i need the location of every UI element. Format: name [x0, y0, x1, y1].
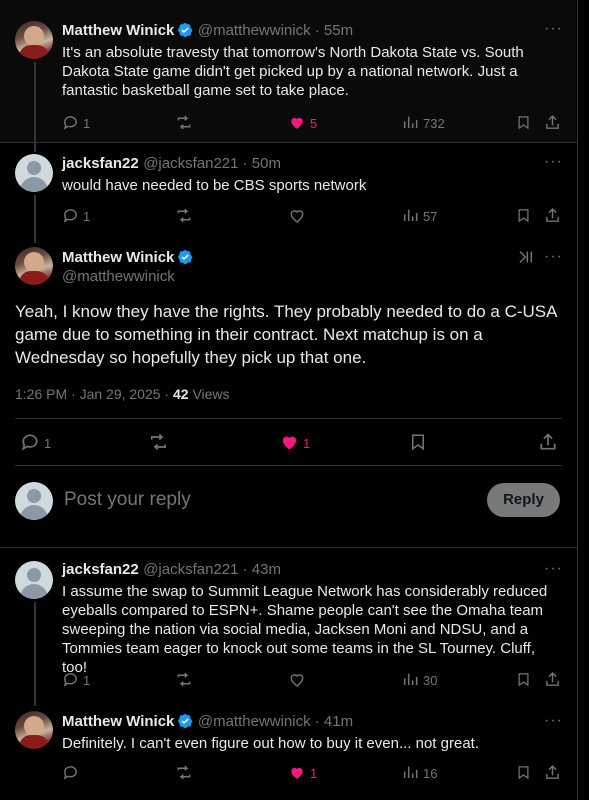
tweet-header: Matthew Winick @matthewwinick · 55m: [62, 22, 353, 40]
author-handle[interactable]: @jacksfan221 · 43m: [143, 561, 281, 578]
reply-icon[interactable]: [62, 207, 79, 224]
more-icon[interactable]: ···: [544, 20, 563, 38]
author-handle[interactable]: @matthewwinick: [62, 268, 175, 285]
author-name[interactable]: Matthew Winick: [62, 713, 174, 730]
more-icon[interactable]: ···: [544, 248, 563, 266]
views-count: 30: [423, 673, 438, 688]
views-count: 57: [423, 209, 438, 224]
repost-icon[interactable]: [175, 114, 193, 131]
tweet-text: It's an absolute travesty that tomorrow'…: [62, 44, 524, 99]
views-label: Views: [188, 386, 230, 402]
like-count: 1: [310, 766, 318, 781]
views-count: 732: [423, 116, 445, 131]
like-icon[interactable]: [288, 764, 306, 781]
divider: [15, 418, 562, 419]
bookmark-icon[interactable]: [516, 114, 531, 131]
tweet-header: jacksfan22 @jacksfan221 · 50m: [62, 155, 281, 173]
main-tweet-text: Yeah, I know they have the rights. They …: [15, 302, 557, 367]
reply-icon[interactable]: [62, 114, 79, 131]
reply-icon[interactable]: [20, 432, 40, 452]
avatar[interactable]: [15, 561, 53, 599]
share-icon[interactable]: [544, 207, 561, 224]
thread-line: [34, 62, 36, 152]
tweet-header: jacksfan22 @jacksfan221 · 43m: [62, 561, 281, 579]
views-icon[interactable]: [402, 671, 418, 687]
views-count: 42: [172, 386, 189, 402]
bookmark-icon[interactable]: [516, 671, 531, 688]
share-icon[interactable]: [544, 671, 561, 688]
reply-count: 1: [83, 209, 91, 224]
share-icon[interactable]: [544, 114, 561, 131]
avatar[interactable]: [15, 247, 53, 285]
reply-icon[interactable]: [62, 671, 79, 688]
author-name[interactable]: Matthew Winick: [62, 249, 174, 266]
like-count: 1: [303, 436, 311, 451]
timestamp[interactable]: 1:26 PM · Jan 29, 2025 ·: [15, 386, 173, 402]
tweet-text: I assume the swap to Summit League Netwo…: [62, 583, 548, 676]
verified-badge-icon: [178, 23, 193, 38]
divider: [0, 547, 577, 548]
avatar[interactable]: [15, 711, 53, 749]
like-icon[interactable]: [288, 114, 306, 131]
grok-icon[interactable]: [517, 249, 535, 265]
share-icon[interactable]: [538, 432, 558, 452]
reply-count: 1: [83, 116, 91, 131]
bookmark-icon[interactable]: [516, 764, 531, 781]
avatar[interactable]: [15, 21, 53, 59]
like-icon[interactable]: [279, 432, 300, 452]
repost-icon[interactable]: [175, 671, 193, 688]
reply-icon[interactable]: [62, 764, 79, 781]
bookmark-icon[interactable]: [516, 207, 531, 224]
divider: [0, 142, 577, 143]
author-handle[interactable]: @matthewwinick · 41m: [198, 713, 353, 730]
more-icon[interactable]: ···: [544, 712, 563, 730]
verified-badge-icon: [178, 250, 193, 265]
verified-badge-icon: [178, 714, 193, 729]
author-name[interactable]: jacksfan22: [62, 155, 139, 172]
like-icon[interactable]: [288, 671, 306, 688]
divider: [15, 465, 562, 466]
tweet-header: Matthew Winick @matthewwinick · 41m: [62, 713, 353, 731]
thread-line: [34, 602, 36, 706]
more-icon[interactable]: ···: [544, 153, 563, 171]
author-name[interactable]: Matthew Winick: [62, 22, 174, 39]
like-count: 5: [310, 116, 318, 131]
views-count: 16: [423, 766, 438, 781]
avatar[interactable]: [15, 154, 53, 192]
share-icon[interactable]: [544, 764, 561, 781]
avatar: [15, 482, 53, 520]
more-icon[interactable]: ···: [544, 560, 563, 578]
bookmark-icon[interactable]: [409, 432, 427, 452]
column-border: [577, 0, 578, 800]
author-handle[interactable]: @jacksfan221 · 50m: [143, 155, 281, 172]
tweet-text: would have needed to be CBS sports netwo…: [62, 177, 367, 194]
repost-icon[interactable]: [175, 207, 193, 224]
tweet-text: Definitely. I can't even figure out how …: [62, 735, 479, 752]
views-icon[interactable]: [402, 114, 418, 130]
views-icon[interactable]: [402, 207, 418, 223]
reply-count: 1: [83, 673, 91, 688]
views-icon[interactable]: [402, 764, 418, 780]
like-icon[interactable]: [288, 207, 306, 224]
repost-icon[interactable]: [148, 432, 169, 452]
tweet-header: Matthew Winick: [62, 249, 193, 267]
author-handle[interactable]: @matthewwinick · 55m: [198, 22, 353, 39]
author-name[interactable]: jacksfan22: [62, 561, 139, 578]
repost-icon[interactable]: [175, 764, 193, 781]
reply-count: 1: [44, 436, 52, 451]
tweet-meta: 1:26 PM · Jan 29, 2025 · 42 Views: [15, 386, 230, 402]
thread-line: [34, 195, 36, 243]
reply-button[interactable]: Reply: [487, 483, 560, 517]
reply-input[interactable]: Post your reply: [64, 489, 464, 511]
